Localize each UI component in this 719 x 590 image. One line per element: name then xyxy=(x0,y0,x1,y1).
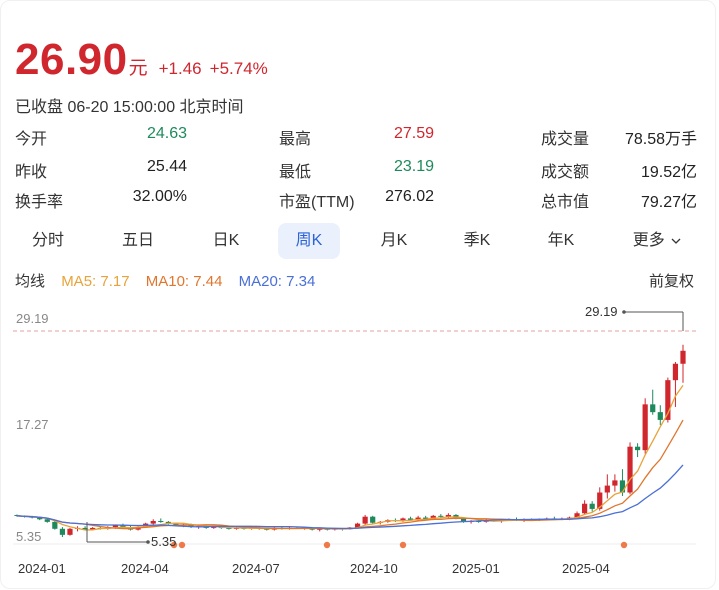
candle-body xyxy=(680,350,686,364)
stat-label-open: 今开 xyxy=(15,131,48,148)
ma10-value: MA10: 7.44 xyxy=(145,273,223,290)
tab-more[interactable]: 更多 xyxy=(620,223,694,259)
candle-body xyxy=(672,363,679,381)
candle-body xyxy=(370,516,376,523)
ma5-value: MA5: 7.17 xyxy=(61,273,130,290)
x-tick-2024-07: 2024-07 xyxy=(232,561,280,576)
candle-body xyxy=(362,516,368,524)
tab-intraday[interactable]: 分时 xyxy=(17,223,79,259)
stat-label-volume: 成交量 xyxy=(541,131,590,148)
candle-body xyxy=(627,446,633,493)
event-dot[interactable] xyxy=(323,541,331,549)
price-unit: 元 xyxy=(128,58,148,79)
quote-card: 26.90 元 +1.46 +5.74% 已收盘 06-20 15:00:00 … xyxy=(0,0,716,589)
stat-value-open: 24.63 xyxy=(146,125,187,142)
candle-body xyxy=(650,404,656,413)
stat-label-prev-close: 昨收 xyxy=(15,164,48,181)
candle-body xyxy=(634,446,641,451)
y-tick-max: 29.19 xyxy=(16,311,49,326)
candle-body xyxy=(44,519,50,522)
stat-label-turnover: 成交额 xyxy=(541,164,590,181)
min-marker-dot xyxy=(146,540,150,544)
candle-body xyxy=(59,528,66,535)
candle-body xyxy=(438,515,444,517)
tab-quarterly-k[interactable]: 季K xyxy=(446,223,508,259)
max-marker-label: 29.19 xyxy=(585,304,618,319)
y-tick-min: 5.35 xyxy=(16,529,41,544)
tab-yearly-k[interactable]: 年K xyxy=(530,223,592,259)
ma20-value: MA20: 7.34 xyxy=(238,273,316,290)
ma20-line xyxy=(16,464,684,530)
stat-value-low: 23.19 xyxy=(393,158,434,175)
event-dot[interactable] xyxy=(178,541,186,549)
price-row: 26.90 元 +1.46 +5.74% xyxy=(15,35,268,85)
event-dots xyxy=(170,541,628,549)
stat-value-high: 27.59 xyxy=(393,125,434,142)
price-change: +1.46 xyxy=(158,59,202,78)
candles-layer xyxy=(14,344,686,537)
candle-body xyxy=(52,521,58,529)
price-change-pct: +5.74% xyxy=(209,59,268,78)
market-status: 已收盘 06-20 15:00:00 北京时间 xyxy=(15,99,244,116)
y-tick-mid: 17.27 xyxy=(16,417,49,432)
candle-body xyxy=(67,528,73,535)
x-tick-2024-10: 2024-10 xyxy=(350,561,398,576)
candle-body xyxy=(619,480,626,493)
x-tick-2025-04: 2025-04 xyxy=(562,561,610,576)
candle-body xyxy=(582,503,588,514)
stat-value-pe: 276.02 xyxy=(385,188,434,205)
price-adjust-toggle[interactable]: 前复权 xyxy=(649,270,694,291)
x-tick-2025-01: 2025-01 xyxy=(452,561,500,576)
candle-body xyxy=(612,480,618,486)
min-marker-label: 5.35 xyxy=(151,534,176,549)
period-tabs: 分时 五日 日K 周K 月K 季K 年K 更多 xyxy=(15,223,705,259)
tab-more-label: 更多 xyxy=(632,232,665,250)
ma-label: 均线 xyxy=(15,273,46,290)
event-dot[interactable] xyxy=(399,541,407,549)
stat-label-high: 最高 xyxy=(279,131,312,148)
candle-body xyxy=(642,404,648,451)
stat-label-pe: 市盈(TTM) xyxy=(279,194,355,211)
stat-value-turnover-rate: 32.00% xyxy=(132,188,187,205)
stat-label-low: 最低 xyxy=(279,164,312,181)
stat-label-market-cap: 总市值 xyxy=(541,194,590,211)
tab-five-day[interactable]: 五日 xyxy=(107,223,169,259)
x-tick-2024-01: 2024-01 xyxy=(18,561,66,576)
last-price: 26.90 xyxy=(15,35,128,84)
stat-value-volume: 78.58万手 xyxy=(624,131,697,148)
candlestick-chart[interactable]: 29.19 17.27 5.35 29.19 5.35 2024-01 2024… xyxy=(1,290,717,590)
stat-label-turnover-rate: 换手率 xyxy=(15,194,64,211)
candle-body xyxy=(657,412,663,420)
stat-value-turnover: 19.52亿 xyxy=(640,164,697,181)
max-marker-dot xyxy=(622,310,626,314)
stat-value-prev-close: 25.44 xyxy=(146,158,187,175)
event-dot[interactable] xyxy=(620,541,628,549)
tab-monthly-k[interactable]: 月K xyxy=(363,223,425,259)
candle-body xyxy=(589,503,595,509)
candle-body xyxy=(158,521,164,523)
tab-weekly-k[interactable]: 周K xyxy=(278,223,340,259)
chevron-down-icon xyxy=(671,223,681,259)
ma-legend: 均线 MA5: 7.17 MA10: 7.44 MA20: 7.34 xyxy=(15,270,327,291)
candle-body xyxy=(604,485,610,493)
tab-daily-k[interactable]: 日K xyxy=(195,223,257,259)
candle-body xyxy=(150,521,156,524)
stat-value-market-cap: 79.27亿 xyxy=(640,194,697,211)
max-marker: 29.19 xyxy=(585,304,684,331)
x-tick-2024-04: 2024-04 xyxy=(121,561,169,576)
